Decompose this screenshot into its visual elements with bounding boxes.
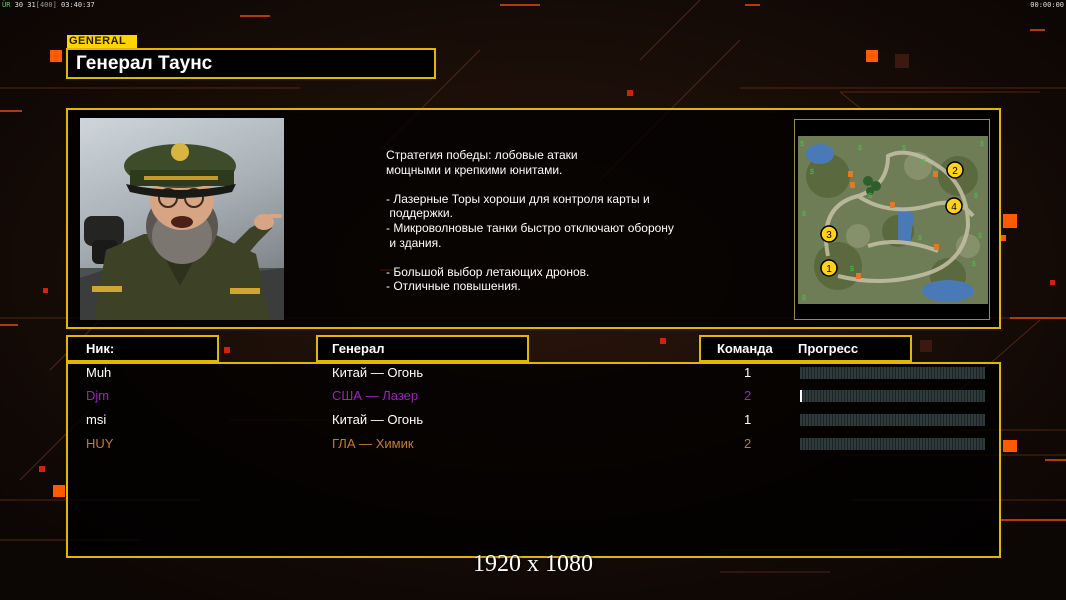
svg-text:$: $ [972, 261, 976, 268]
start-position-4: 4 [945, 197, 963, 215]
svg-text:$: $ [800, 141, 804, 148]
header-general: Генерал [316, 335, 529, 362]
system-clock: 03:40:37 [61, 1, 95, 9]
svg-text:$: $ [802, 211, 806, 218]
start-position-3: 3 [820, 225, 838, 243]
minimap: 1 2 3 4 $ $ $ $ $ $ $ $ $ $ $ $ $ $ [798, 136, 988, 304]
header-nick: Ник: [66, 335, 219, 362]
header-progress: Прогресс [798, 341, 859, 356]
svg-text:$: $ [980, 141, 984, 148]
table-row: Djm США — Лазер 2 [0, 385, 1066, 407]
svg-text:4: 4 [951, 202, 957, 213]
table-row: msi Китай — Огонь 1 [0, 409, 1066, 431]
header-team-progress: Команда Прогресс [699, 335, 912, 362]
general-portrait-image [80, 143, 284, 320]
player-general: США — Лазер [332, 388, 419, 403]
fps-value: 30 31 [14, 1, 36, 9]
player-team: 1 [744, 365, 752, 380]
svg-text:$: $ [974, 193, 978, 200]
player-team: 2 [744, 388, 752, 403]
svg-text:$: $ [918, 235, 922, 242]
progress-bar [800, 438, 985, 450]
general-description: Стратегия победы: лобовые атаки мощными … [386, 148, 674, 294]
player-team: 1 [744, 412, 752, 427]
progress-fill [800, 390, 802, 402]
svg-text:1: 1 [826, 264, 832, 275]
map-preview: 1 2 3 4 $ $ $ $ $ $ $ $ $ $ $ $ $ $ [798, 136, 988, 304]
general-name: Генерал Таунс [66, 48, 436, 79]
player-nick: Djm [86, 388, 110, 403]
progress-bar [800, 414, 985, 426]
player-general: Китай — Огонь [332, 412, 424, 427]
progress-bar [800, 390, 985, 402]
table-row: Muh Китай — Огонь 1 [0, 362, 1066, 384]
game-timer: 00:00:00 [1030, 1, 1064, 9]
general-tag: GENERAL [67, 35, 137, 48]
fps-counter: ÜR 30 31[400] 03:40:37 [2, 1, 95, 9]
svg-text:2: 2 [952, 166, 958, 177]
header-team: Команда [717, 341, 773, 356]
svg-text:$: $ [858, 145, 862, 152]
resolution-label: 1920 x 1080 [473, 551, 593, 577]
player-nick: Muh [86, 365, 112, 380]
general-portrait [80, 118, 284, 320]
svg-text:$: $ [978, 233, 982, 240]
player-general: Китай — Огонь [332, 365, 424, 380]
svg-text:$: $ [902, 145, 906, 152]
player-general: ГЛА — Химик [332, 436, 414, 451]
fps-cap: [400] [35, 1, 57, 9]
svg-text:3: 3 [826, 230, 832, 241]
svg-text:$: $ [850, 266, 854, 273]
svg-text:$: $ [868, 193, 872, 200]
table-row: HUY ГЛА — Химик 2 [0, 433, 1066, 455]
player-team: 2 [744, 436, 752, 451]
start-position-1: 1 [820, 259, 838, 277]
svg-text:$: $ [802, 295, 806, 302]
player-nick: HUY [86, 436, 114, 451]
fps-label: ÜR [2, 1, 11, 9]
progress-bar [800, 367, 985, 379]
player-nick: msi [86, 412, 107, 427]
svg-text:$: $ [810, 169, 814, 176]
start-position-2: 2 [946, 161, 964, 179]
svg-text:$: $ [922, 159, 926, 166]
